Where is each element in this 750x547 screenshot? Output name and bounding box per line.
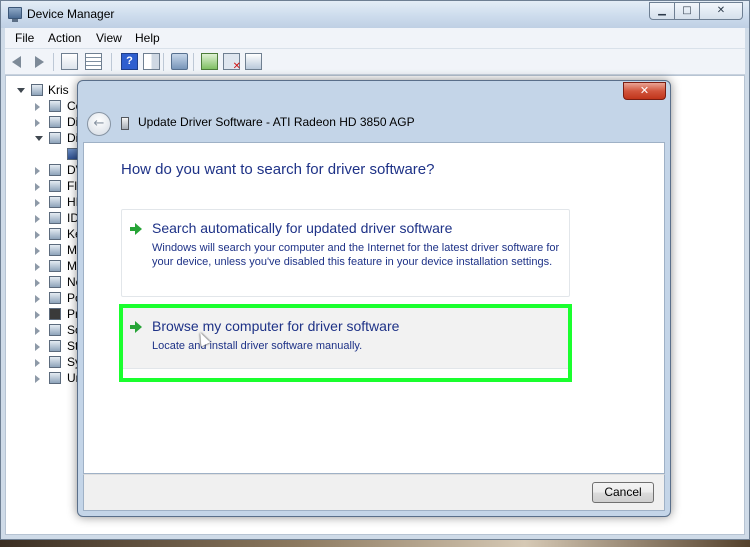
toolbar: ?	[5, 49, 745, 75]
device-icon	[49, 260, 61, 272]
device-icon	[49, 372, 61, 384]
update-driver-dialog: ✕ ← Update Driver Software - ATI Radeon …	[77, 80, 671, 517]
toolbar-separator	[111, 53, 112, 71]
dialog-heading: How do you want to search for driver sof…	[121, 161, 435, 178]
show-hidden-icon[interactable]	[143, 53, 160, 70]
device-icon	[49, 324, 61, 336]
expand-arrow-icon[interactable]	[35, 343, 40, 351]
display-adapter-icon	[49, 132, 61, 144]
expand-arrow-icon[interactable]	[35, 183, 40, 191]
menu-bar: File Action View Help	[5, 28, 745, 49]
expand-arrow-icon[interactable]	[35, 247, 40, 255]
device-icon	[49, 180, 61, 192]
processor-icon	[49, 308, 61, 320]
expand-arrow-icon[interactable]	[35, 167, 40, 175]
expand-arrow-icon[interactable]	[35, 295, 40, 303]
expand-arrow-icon[interactable]	[35, 311, 40, 319]
highlight-box	[119, 304, 572, 382]
expand-arrow-icon[interactable]	[35, 359, 40, 367]
expand-arrow-icon[interactable]	[35, 263, 40, 271]
expand-arrow-icon[interactable]	[35, 375, 40, 383]
device-icon	[49, 356, 61, 368]
dialog-content: How do you want to search for driver sof…	[83, 142, 665, 474]
option-description: Windows will search your computer and th…	[152, 242, 560, 268]
list-view-icon[interactable]	[85, 53, 102, 70]
expand-arrow-icon[interactable]	[35, 327, 40, 335]
expand-arrow-icon[interactable]	[35, 119, 40, 127]
enable-device-icon[interactable]	[245, 53, 262, 70]
device-icon	[49, 340, 61, 352]
toolbar-separator	[193, 53, 194, 71]
device-icon	[49, 164, 61, 176]
device-icon	[49, 244, 61, 256]
cancel-button[interactable]: Cancel	[592, 482, 654, 503]
computer-icon	[31, 84, 43, 96]
device-icon	[49, 292, 61, 304]
forward-arrow-icon[interactable]	[31, 53, 48, 70]
dialog-title: Update Driver Software - ATI Radeon HD 3…	[138, 115, 415, 129]
option-title: Search automatically for updated driver …	[152, 220, 453, 236]
update-driver-icon[interactable]	[201, 53, 218, 70]
minimize-button[interactable]: ▁	[649, 2, 675, 20]
expand-arrow-icon[interactable]	[17, 88, 25, 93]
display-adapter-icon	[121, 117, 129, 130]
maximize-button[interactable]: □	[674, 2, 700, 20]
expand-arrow-icon[interactable]	[35, 103, 40, 111]
device-icon	[49, 116, 61, 128]
device-icon	[49, 196, 61, 208]
expand-arrow-icon[interactable]	[35, 279, 40, 287]
uninstall-icon[interactable]	[223, 53, 241, 72]
device-icon	[49, 100, 61, 112]
desktop-background	[0, 540, 750, 547]
dialog-footer: Cancel	[83, 474, 665, 511]
help-icon[interactable]: ?	[121, 53, 138, 70]
device-manager-icon	[8, 7, 22, 22]
tree-root-label: Kris	[48, 83, 69, 97]
expand-arrow-icon[interactable]	[35, 215, 40, 223]
green-arrow-icon	[130, 223, 142, 235]
title-bar: Device Manager ▁ □ ✕	[1, 1, 749, 28]
menu-action[interactable]: Action	[48, 31, 81, 45]
device-icon	[49, 228, 61, 240]
back-arrow-icon[interactable]	[10, 53, 27, 70]
properties-icon[interactable]	[61, 53, 78, 70]
device-icon	[49, 276, 61, 288]
toolbar-separator	[163, 53, 164, 71]
toolbar-separator	[53, 53, 54, 71]
scan-hardware-icon[interactable]	[171, 53, 188, 70]
dialog-close-button[interactable]: ✕	[623, 82, 666, 100]
close-button[interactable]: ✕	[699, 2, 743, 20]
expand-arrow-icon[interactable]	[35, 231, 40, 239]
menu-help[interactable]: Help	[135, 31, 160, 45]
back-button[interactable]: ←	[87, 112, 111, 136]
device-icon	[49, 212, 61, 224]
menu-file[interactable]: File	[15, 31, 34, 45]
search-automatically-option[interactable]: Search automatically for updated driver …	[121, 209, 570, 297]
menu-view[interactable]: View	[96, 31, 122, 45]
expand-arrow-icon[interactable]	[35, 199, 40, 207]
window-title: Device Manager	[27, 7, 115, 21]
expand-arrow-icon[interactable]	[35, 136, 43, 141]
